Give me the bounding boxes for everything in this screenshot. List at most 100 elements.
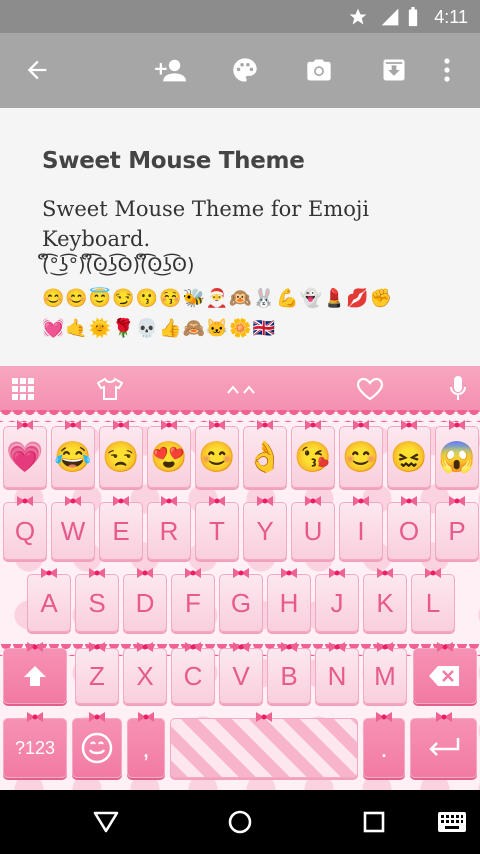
apps-grid-icon[interactable]: [10, 374, 36, 404]
key-y[interactable]: Y: [243, 496, 287, 560]
download-icon[interactable]: [377, 53, 411, 87]
status-time: 4:11: [434, 7, 468, 27]
key-m[interactable]: M: [363, 642, 407, 704]
battery-icon: [406, 7, 420, 32]
key-i[interactable]: I: [339, 496, 383, 560]
key-i-label: I: [357, 515, 365, 546]
enter-arrow-icon: [428, 738, 459, 756]
navigation-bar: [0, 790, 480, 854]
emoji-switch-key[interactable]: [72, 712, 122, 778]
key-b[interactable]: B: [267, 642, 311, 704]
key-u[interactable]: U: [291, 496, 335, 560]
kaomoji-text: (ຶ͡°͜ʖ͡°)(ຶ͡ʘ͜ʖ͡ʘ)(ຶ͡ʘ͜ʖ͡ʘ): [42, 254, 195, 276]
back-triangle-icon[interactable]: [88, 806, 124, 838]
emoji-key[interactable]: 😍: [147, 420, 191, 488]
key-h[interactable]: H: [267, 568, 311, 632]
key-g-label: G: [230, 587, 252, 618]
key-e-label: E: [112, 515, 130, 546]
signal-icon: [380, 7, 400, 32]
key-s[interactable]: S: [75, 568, 119, 632]
palette-icon[interactable]: [228, 53, 262, 87]
status-bar: 4:11: [0, 0, 480, 33]
key-x-label: X: [136, 660, 154, 691]
emoji-key[interactable]: 😖: [387, 420, 431, 488]
camera-icon[interactable]: [302, 53, 336, 87]
theme-details: Sweet Mouse Theme Sweet Mouse Theme for …: [0, 108, 480, 366]
key-z[interactable]: Z: [75, 642, 119, 704]
key-a[interactable]: A: [27, 568, 71, 632]
emoji-key-label: 😒: [102, 440, 140, 474]
key-p-label: P: [448, 515, 466, 546]
key-k[interactable]: K: [363, 568, 407, 632]
recents-square-icon[interactable]: [356, 806, 392, 838]
key-v[interactable]: V: [219, 642, 263, 704]
key-q-label: Q: [14, 515, 36, 546]
comma-key[interactable]: ,: [127, 712, 165, 778]
key-n[interactable]: N: [315, 642, 359, 704]
theme-description: Sweet Mouse Theme for Emoji Keyboard.: [42, 197, 370, 251]
key-q[interactable]: Q: [3, 496, 47, 560]
key-c[interactable]: C: [171, 642, 215, 704]
heart-icon[interactable]: [354, 374, 386, 404]
app-toolbar: [0, 33, 480, 108]
emoji-key-label: 😊: [198, 440, 236, 474]
key-f-label: F: [185, 587, 201, 618]
emoji-key[interactable]: 😘: [291, 420, 335, 488]
star-icon: [348, 7, 368, 32]
shift-key[interactable]: [3, 642, 67, 704]
key-f[interactable]: F: [171, 568, 215, 632]
emoji-key-label: 💗: [6, 440, 44, 474]
key-t[interactable]: T: [195, 496, 239, 560]
numbers-key-label: ?123: [14, 737, 56, 758]
emoji-key[interactable]: 😱: [435, 420, 479, 488]
enter-key[interactable]: [410, 712, 477, 778]
emoji-key-label: 😍: [150, 440, 188, 474]
comma-key-label: ,: [142, 732, 150, 763]
key-b-label: B: [280, 660, 298, 691]
key-g[interactable]: G: [219, 568, 263, 632]
back-arrow-icon[interactable]: [20, 53, 54, 87]
key-o[interactable]: O: [387, 496, 431, 560]
key-l[interactable]: L: [411, 568, 455, 632]
keyboard-icon[interactable]: [434, 806, 470, 838]
key-p[interactable]: P: [435, 496, 479, 560]
key-e[interactable]: E: [99, 496, 143, 560]
key-t-label: T: [209, 515, 225, 546]
add-person-icon[interactable]: [153, 53, 187, 87]
key-d[interactable]: D: [123, 568, 167, 632]
emoji-key-label: 😱: [438, 440, 476, 474]
key-r[interactable]: R: [147, 496, 191, 560]
numbers-key[interactable]: ?123: [3, 712, 67, 778]
emoji-key[interactable]: 👌: [243, 420, 287, 488]
emoji-key-label: 👌: [246, 440, 284, 474]
mic-icon[interactable]: [446, 374, 470, 404]
tshirt-icon[interactable]: [95, 374, 125, 404]
period-key[interactable]: .: [363, 712, 405, 778]
key-c-label: C: [183, 660, 203, 691]
caret-up-icon[interactable]: [225, 374, 257, 404]
backspace-key[interactable]: [413, 642, 477, 704]
key-j[interactable]: J: [315, 568, 359, 632]
emoji-key-label: 😘: [294, 440, 332, 474]
key-o-label: O: [398, 515, 420, 546]
key-x[interactable]: X: [123, 642, 167, 704]
key-s-label: S: [88, 587, 106, 618]
emoji-key-label: 😂: [54, 440, 92, 474]
emoji-key[interactable]: 😒: [99, 420, 143, 488]
key-r-label: R: [159, 515, 179, 546]
key-w[interactable]: W: [51, 496, 95, 560]
emoji-key[interactable]: 😂: [51, 420, 95, 488]
emoji-key[interactable]: 💗: [3, 420, 47, 488]
key-w-label: W: [60, 515, 86, 546]
emoji-preview-row-1: 😊😊😇😏😗😚🐝🎅🙉🐰💪👻💄💋✊: [42, 288, 394, 308]
backspace-icon: [429, 666, 459, 686]
more-vert-icon[interactable]: [432, 53, 462, 87]
smiley-icon: [81, 732, 113, 764]
key-v-label: V: [232, 660, 250, 691]
emoji-key[interactable]: 😊: [195, 420, 239, 488]
emoji-key-label: 😊: [342, 440, 380, 474]
themed-keyboard: 💗 😂 😒 😍 😊 👌 😘 😊 😖 😱 Q W E R T Y U I O P A S D F G H J K L Z X C V B N M ?123…: [0, 366, 480, 790]
space-key[interactable]: [170, 712, 358, 778]
emoji-key[interactable]: 😊: [339, 420, 383, 488]
home-circle-icon[interactable]: [222, 806, 258, 838]
